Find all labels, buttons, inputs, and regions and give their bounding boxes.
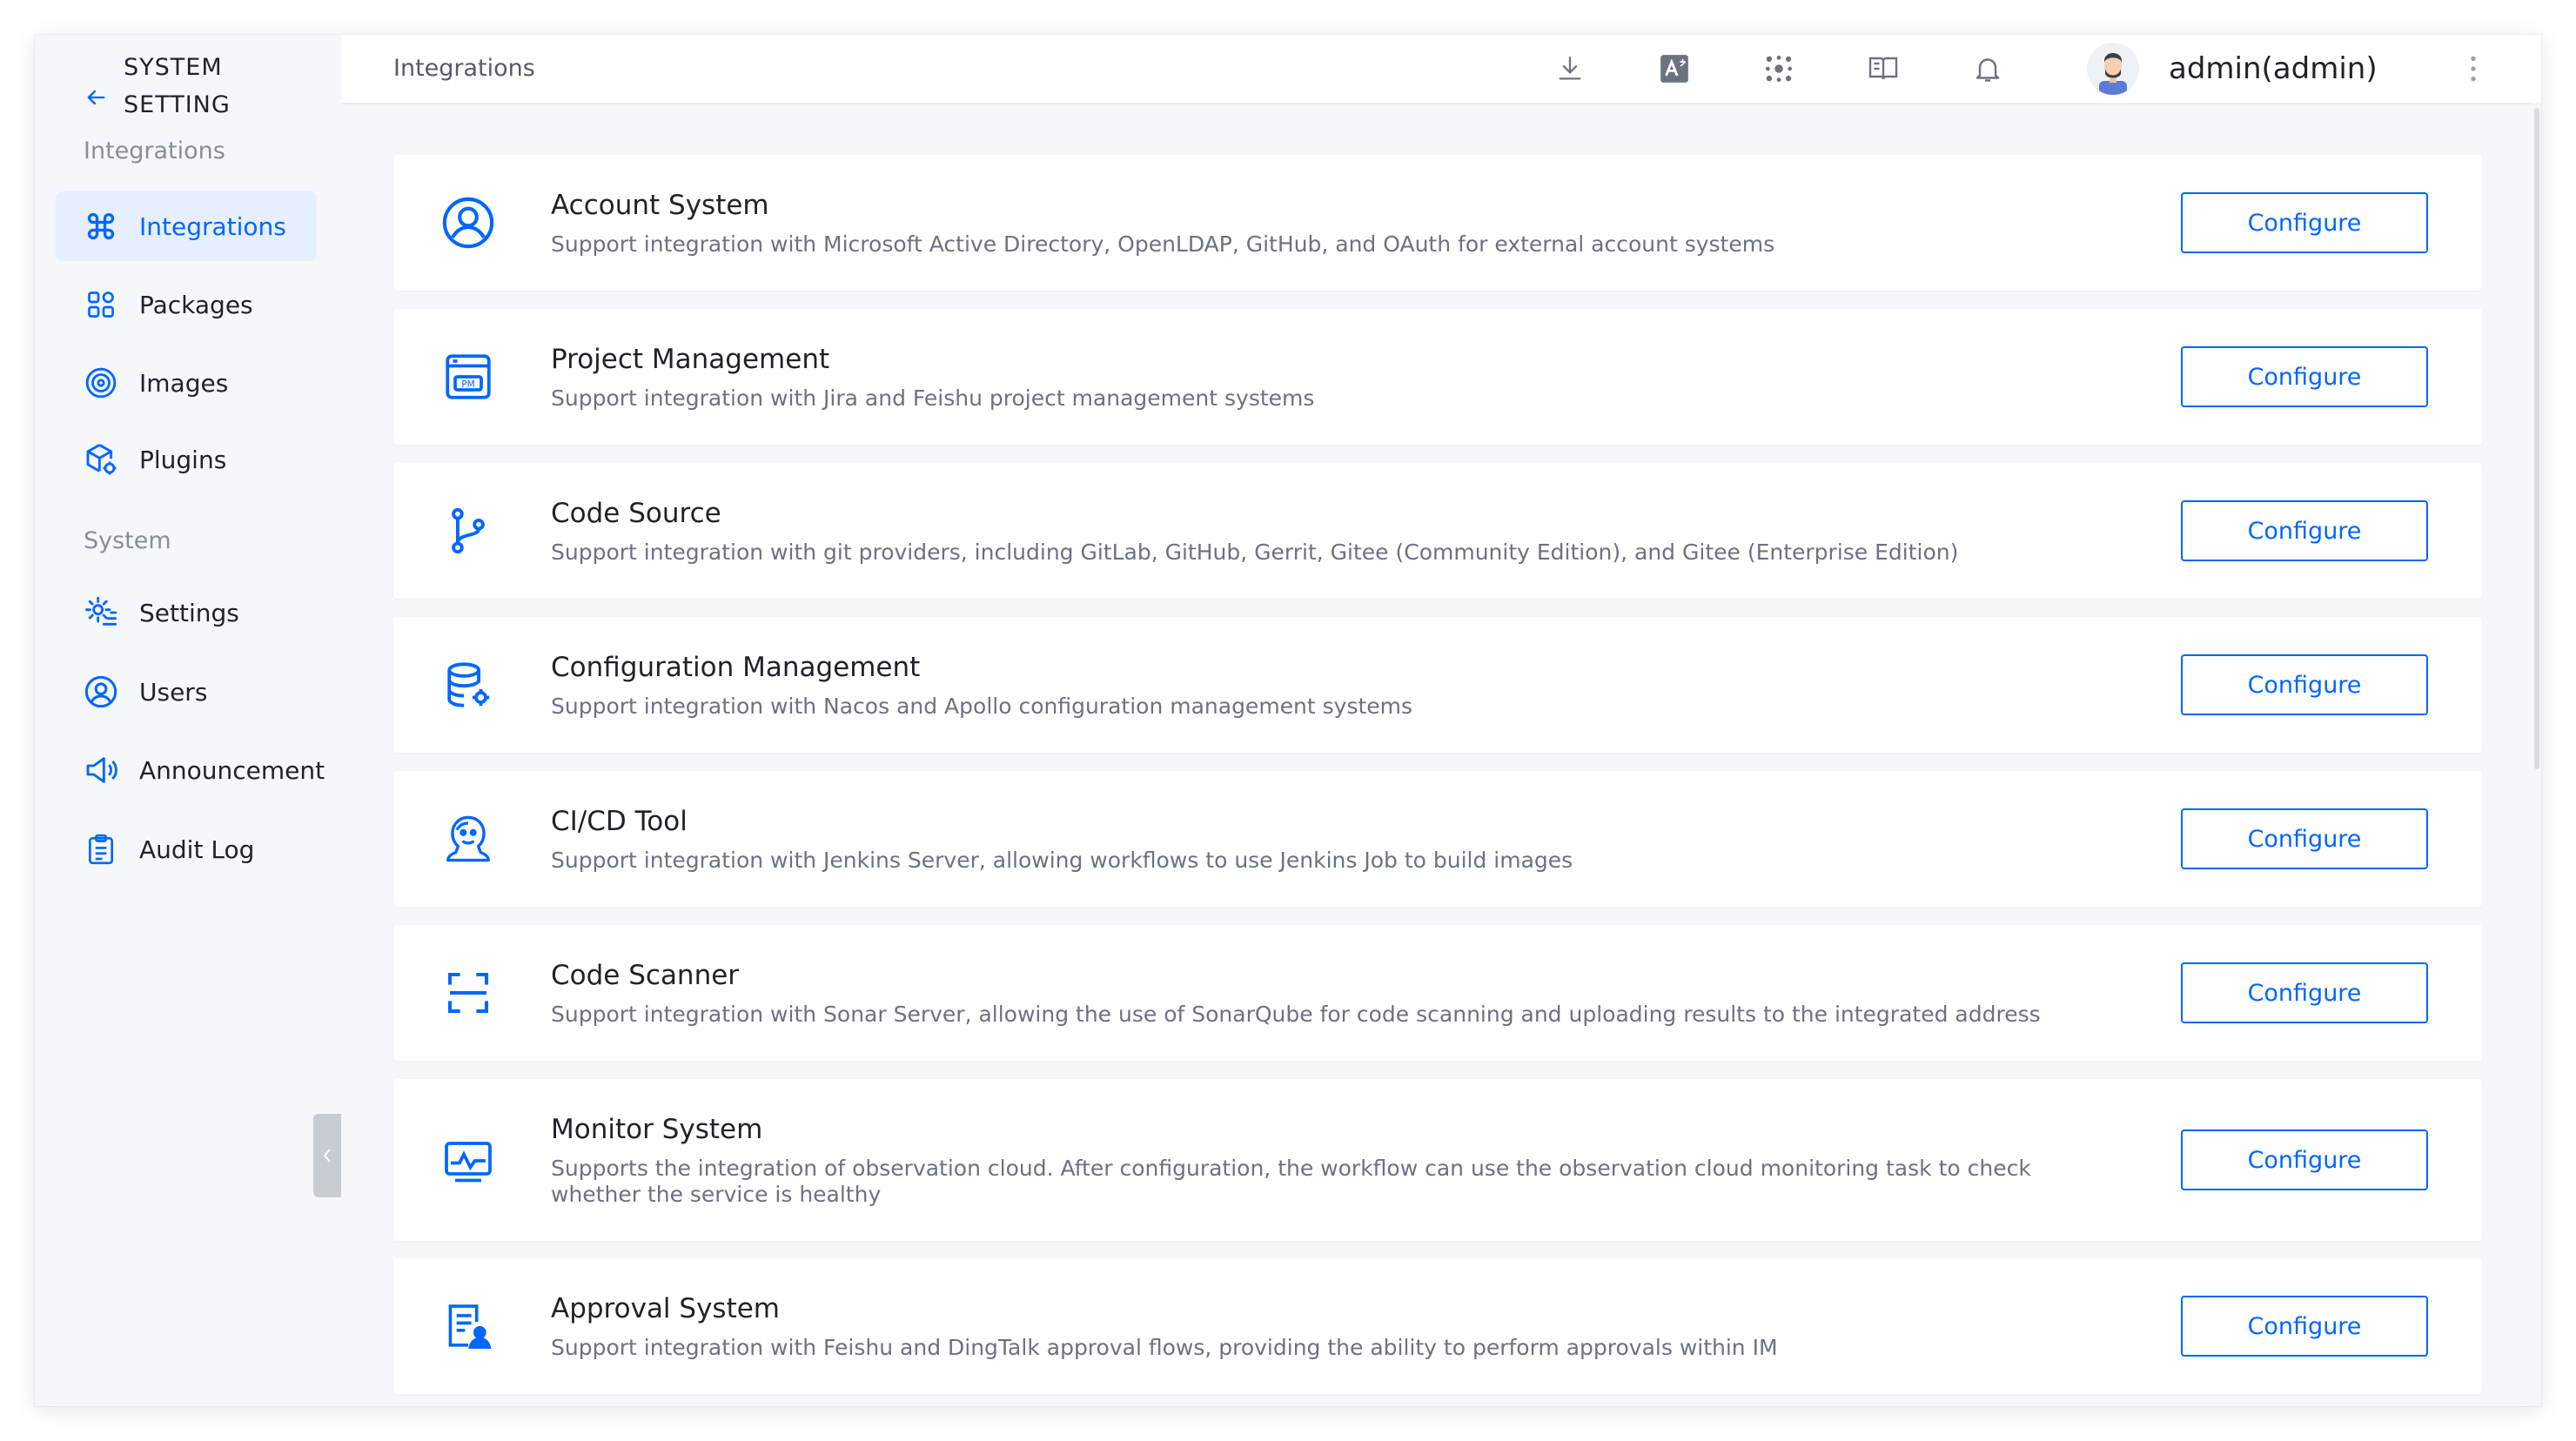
book-icon[interactable] <box>1866 51 1901 86</box>
sidebar-item-label: Integrations <box>139 211 286 241</box>
integration-card-monitor-system: Monitor System Supports the integration … <box>393 1079 2482 1241</box>
apps-icon[interactable] <box>1761 51 1796 86</box>
clipboard-icon <box>84 832 118 867</box>
title-line-2: SETTING <box>124 91 231 118</box>
sidebar-item-announcement[interactable]: Announcement <box>56 735 325 805</box>
integration-card-code-source: Code Source Support integration with git… <box>393 463 2482 599</box>
card-description: Supports the integration of observation … <box>551 1156 2031 1207</box>
section-label-integrations: Integrations <box>84 137 225 164</box>
card-description: Support integration with Microsoft Activ… <box>551 231 1775 257</box>
scan-icon <box>440 965 496 1021</box>
git-branch-icon <box>440 503 496 559</box>
card-title: Code Scanner <box>551 960 740 991</box>
back-arrow-icon[interactable] <box>84 85 108 110</box>
sidebar-item-label: Users <box>139 677 208 707</box>
configure-button[interactable]: Configure <box>2181 500 2428 561</box>
card-description: Support integration with git providers, … <box>551 540 1959 565</box>
configure-button[interactable]: Configure <box>2181 1129 2428 1190</box>
chevron-left-icon <box>323 1149 331 1163</box>
card-description: Support integration with Feishu and Ding… <box>551 1335 1778 1360</box>
svg-text:PM: PM <box>461 379 474 390</box>
sidebar-item-images[interactable]: Images <box>56 348 317 418</box>
jenkins-icon <box>440 811 496 867</box>
monitor-icon <box>440 1133 496 1189</box>
megaphone-icon <box>84 753 118 788</box>
sidebar-item-plugins[interactable]: Plugins <box>56 425 317 494</box>
integration-card-code-scanner: Code Scanner Support integration with So… <box>393 925 2482 1061</box>
integration-card-project-management: PM Project Management Support integratio… <box>393 309 2482 445</box>
title-line-1: SYSTEM <box>124 54 223 81</box>
integration-card-cicd-tool: CI/CD Tool Support integration with Jenk… <box>393 771 2482 907</box>
section-label-system: System <box>84 527 171 554</box>
sidebar: SYSTEM SETTING Integrations Integrations… <box>35 35 341 1406</box>
sidebar-item-packages[interactable]: Packages <box>56 270 317 339</box>
scrollbar-thumb[interactable] <box>2534 108 2539 769</box>
main-content: Integrations admin(admin) Account System… <box>341 35 2541 1406</box>
card-title: Configuration Management <box>551 652 921 683</box>
bell-icon[interactable] <box>1970 51 2005 86</box>
sidebar-item-label: Settings <box>139 598 239 627</box>
card-title: Account System <box>551 190 769 221</box>
more-icon[interactable] <box>2456 51 2491 86</box>
configure-button[interactable]: Configure <box>2181 346 2428 407</box>
card-title: Approval System <box>551 1293 781 1324</box>
account-icon <box>440 195 496 251</box>
translate-icon[interactable] <box>1657 51 1692 86</box>
sidebar-header: SYSTEM SETTING <box>84 49 231 124</box>
configure-button[interactable]: Configure <box>2181 962 2428 1023</box>
command-icon <box>84 209 118 244</box>
sidebar-item-integrations[interactable]: Integrations <box>56 191 317 261</box>
sidebar-item-label: Audit Log <box>139 834 255 864</box>
card-description: Support integration with Sonar Server, a… <box>551 1002 2041 1027</box>
cube-gear-icon <box>84 442 118 477</box>
disc-icon <box>84 365 118 400</box>
app-window: SYSTEM SETTING Integrations Integrations… <box>35 35 2541 1406</box>
integration-card-account-system: Account System Support integration with … <box>393 155 2482 291</box>
configure-button[interactable]: Configure <box>2181 808 2428 869</box>
sidebar-item-label: Packages <box>139 290 253 319</box>
top-bar: Integrations admin(admin) <box>341 35 2541 104</box>
configure-button[interactable]: Configure <box>2181 192 2428 253</box>
database-gear-icon <box>440 657 496 713</box>
sidebar-item-audit-log[interactable]: Audit Log <box>56 814 317 884</box>
card-description: Support integration with Jira and Feishu… <box>551 385 1315 411</box>
avatar[interactable] <box>2087 43 2139 95</box>
breadcrumb: Integrations <box>393 55 535 82</box>
system-setting-title: SYSTEM SETTING <box>124 49 231 124</box>
sidebar-item-users[interactable]: Users <box>56 657 317 727</box>
card-description: Support integration with Jenkins Server,… <box>551 848 1573 873</box>
grid-icon <box>84 287 118 322</box>
card-description: Support integration with Nacos and Apoll… <box>551 694 1413 719</box>
configure-button[interactable]: Configure <box>2181 654 2428 715</box>
card-title: Project Management <box>551 344 830 375</box>
integration-card-configuration-management: Configuration Management Support integra… <box>393 617 2482 753</box>
username[interactable]: admin(admin) <box>2169 35 2378 103</box>
configure-button[interactable]: Configure <box>2181 1296 2428 1357</box>
pm-icon: PM <box>440 349 496 405</box>
card-title: CI/CD Tool <box>551 806 688 837</box>
sidebar-item-label: Plugins <box>139 445 227 474</box>
card-title: Monitor System <box>551 1114 763 1145</box>
approval-icon <box>440 1298 496 1354</box>
card-title: Code Source <box>551 498 721 529</box>
sidebar-item-label: Announcement <box>139 755 325 785</box>
sidebar-item-settings[interactable]: Settings <box>56 578 317 647</box>
sidebar-collapse-handle[interactable] <box>313 1114 341 1197</box>
settings-icon <box>84 595 118 630</box>
integration-card-approval-system: Approval System Support integration with… <box>393 1258 2482 1394</box>
download-icon[interactable] <box>1553 51 1587 86</box>
user-circle-icon <box>84 674 118 709</box>
sidebar-item-label: Images <box>139 368 229 398</box>
